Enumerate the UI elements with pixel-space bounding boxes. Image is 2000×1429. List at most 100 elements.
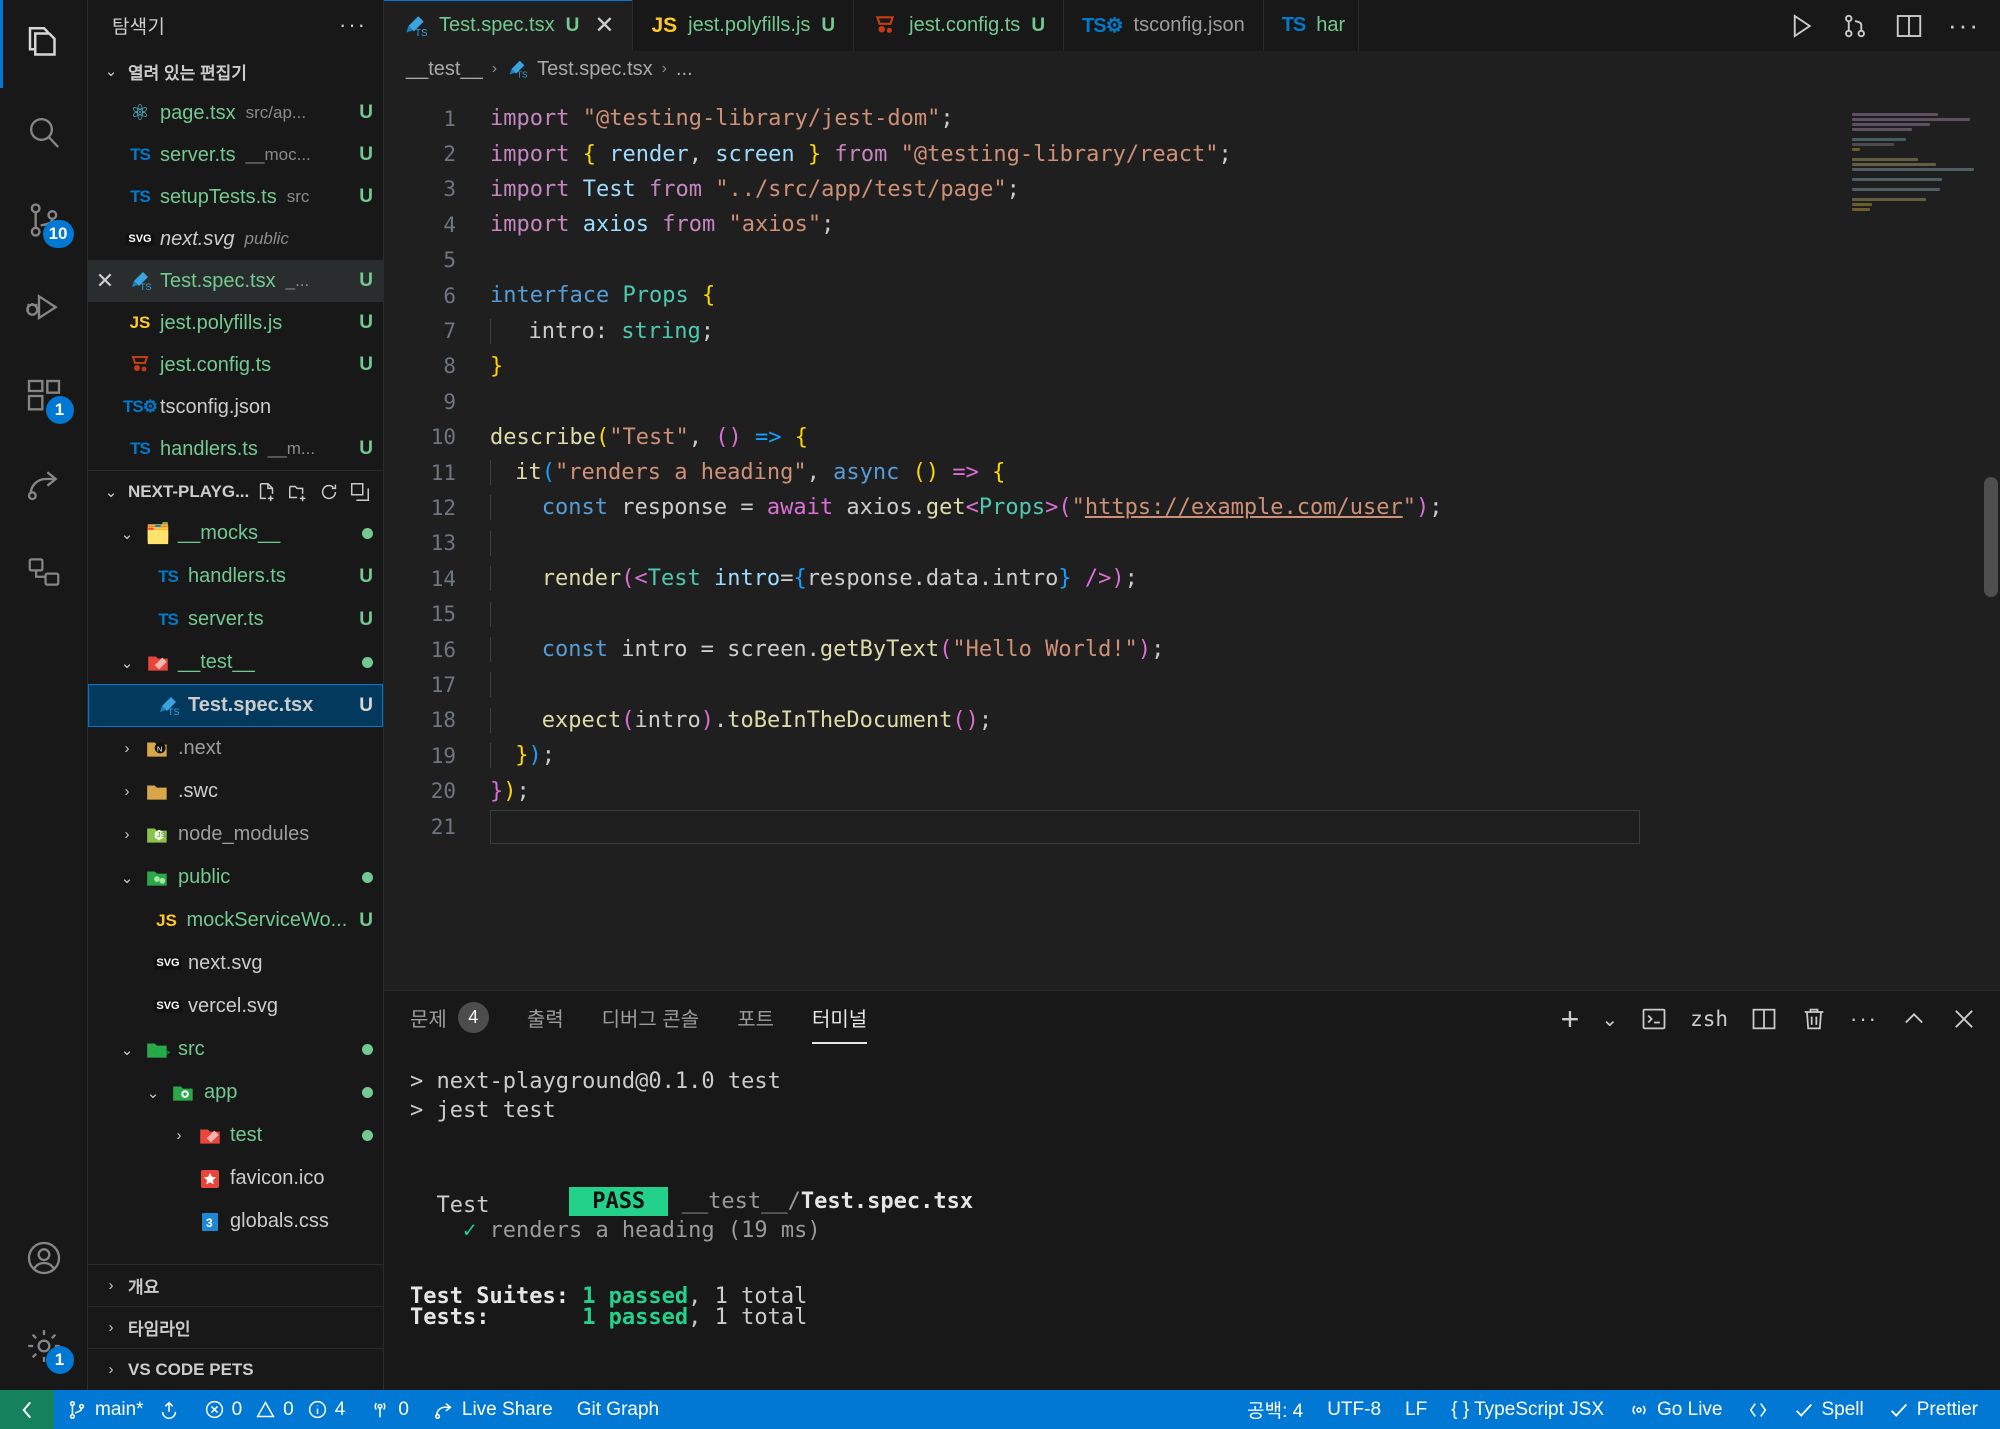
new-file-icon[interactable] (256, 481, 278, 503)
open-editor-item[interactable]: TS setupTests.ts src U (88, 176, 383, 218)
git-branch-icon (66, 1399, 88, 1421)
status-git-graph[interactable]: Git Graph (565, 1390, 671, 1429)
breadcrumb-folder[interactable]: __test__ (406, 58, 483, 81)
trash-icon[interactable] (1800, 1005, 1828, 1033)
open-editor-item[interactable]: TS handlers.ts __m... U (88, 428, 383, 470)
status-remote-kind[interactable] (1735, 1390, 1781, 1429)
panel-tab-debug-console[interactable]: 디버그 콘솔 (602, 1003, 700, 1036)
tree-row-globals-css[interactable]: 3 globals.css (88, 1200, 383, 1243)
status-encoding[interactable]: UTF-8 (1315, 1390, 1393, 1429)
status-indentation[interactable]: 공백: 4 (1235, 1390, 1315, 1429)
tree-row-app[interactable]: ⌄ app (88, 1071, 383, 1114)
activitybar-accounts[interactable] (0, 1214, 88, 1302)
open-editor-item[interactable]: JS jest.polyfills.js U (88, 302, 383, 344)
activitybar-search[interactable] (0, 88, 88, 176)
activitybar-settings[interactable]: 1 (0, 1302, 88, 1390)
open-editor-item[interactable]: jest.config.ts U (88, 344, 383, 386)
panel-tab-problems[interactable]: 문제 4 (410, 1001, 489, 1037)
sidebar-section-vscode-pets[interactable]: › VS CODE PETS (88, 1348, 383, 1390)
activitybar-run-and-debug[interactable] (0, 264, 88, 352)
status-prettier[interactable]: Prettier (1876, 1390, 2000, 1429)
activitybar-extensions[interactable]: 1 (0, 352, 88, 440)
new-terminal-button[interactable]: + (1561, 1001, 1580, 1038)
tree-row-test-spec-tsx[interactable]: TS Test.spec.tsx U (88, 684, 383, 727)
open-editor-item[interactable]: SVG next.svg public (88, 218, 383, 260)
split-source-control-icon[interactable] (1840, 11, 1870, 41)
unsaved-badge: U (359, 102, 373, 123)
split-terminal-icon[interactable] (1750, 1005, 1778, 1033)
status-sync[interactable] (156, 1390, 192, 1429)
status-remote-indicator[interactable] (0, 1390, 54, 1429)
close-panel-icon[interactable] (1950, 1005, 1978, 1033)
close-icon[interactable]: ✕ (88, 268, 122, 294)
panel-tab-terminal[interactable]: 터미널 (812, 1003, 868, 1044)
collapse-all-icon[interactable] (349, 481, 371, 503)
tab-test-spec-tsx[interactable]: TS Test.spec.tsx U ✕ (384, 0, 634, 51)
minimap[interactable] (1852, 113, 1982, 223)
tree-row-node-modules[interactable]: › JS node_modules (88, 813, 383, 856)
code-editor[interactable]: 1 import "@testing-library/jest-dom"; 2 im… (384, 87, 2000, 990)
activitybar-remote-explorer[interactable] (0, 528, 88, 616)
tree-row-handlers-ts[interactable]: TS handlers.ts U (88, 555, 383, 598)
project-root-header[interactable]: ⌄ NEXT-PLAYG... (88, 470, 383, 512)
tab-tsconfig-json[interactable]: TS⚙ tsconfig.json (1064, 0, 1264, 51)
tab-jest-polyfills-js[interactable]: JS jest.polyfills.js U (633, 0, 855, 51)
editor-vertical-scrollbar[interactable] (1984, 477, 1998, 597)
tree-row-src[interactable]: ⌄ </> src (88, 1028, 383, 1071)
status-problems[interactable]: 0 0 4 (192, 1390, 358, 1429)
tree-row-public[interactable]: ⌄ public (88, 856, 383, 899)
split-editor-icon[interactable] (1894, 11, 1924, 41)
tree-row-server-ts[interactable]: TS server.ts U (88, 598, 383, 641)
folder-test-icon (192, 1123, 228, 1149)
refresh-icon[interactable] (318, 481, 340, 503)
open-editor-item[interactable]: TS⚙ tsconfig.json (88, 386, 383, 428)
breadcrumb-file[interactable]: Test.spec.tsx (537, 58, 653, 81)
tab-jest-config-ts[interactable]: jest.config.ts U (854, 0, 1065, 51)
open-editors-header[interactable]: ⌄ 열려 있는 편집기 (88, 50, 383, 92)
sidebar-title: 탐색기 (112, 16, 166, 38)
activitybar-source-control[interactable]: 10 (0, 176, 88, 264)
tree-row-test[interactable]: › test (88, 1114, 383, 1157)
activitybar-explorer[interactable] (0, 0, 88, 88)
tree-row-favicon[interactable]: favicon.ico (88, 1157, 383, 1200)
more-actions-icon[interactable]: ··· (1948, 10, 1980, 41)
panel-tab-output[interactable]: 출력 (527, 1003, 564, 1036)
chevron-down-icon[interactable]: ⌄ (1601, 1007, 1618, 1032)
panel-more-actions-icon[interactable]: ··· (1850, 1006, 1878, 1032)
tree-row-vercel-svg[interactable]: SVG vercel.svg (88, 985, 383, 1028)
svg-text:TS: TS (517, 70, 528, 79)
open-editor-item[interactable]: ⚛ page.tsx src/ap... U (88, 92, 383, 134)
tree-row-mocks[interactable]: ⌄ 🗂️ __mocks__ (88, 512, 383, 555)
tab-handlers-ts[interactable]: TS har (1263, 0, 1359, 51)
chevron-down-icon: ⌄ (146, 1084, 160, 1102)
tree-row-test-folder[interactable]: ⌄ __test__ (88, 641, 383, 684)
svg-text:JS: JS (157, 830, 166, 839)
tree-row-next-svg[interactable]: SVG next.svg (88, 942, 383, 985)
status-eol[interactable]: LF (1393, 1390, 1439, 1429)
tree-row-dot-swc[interactable]: › .swc (88, 770, 383, 813)
terminal-shell-name[interactable]: zsh (1690, 1007, 1728, 1031)
open-editor-item-active[interactable]: ✕ TS Test.spec.tsx _... U (88, 260, 383, 302)
tab-close-icon[interactable]: ✕ (594, 11, 614, 40)
open-editor-item[interactable]: TS server.ts __moc... U (88, 134, 383, 176)
status-language-mode[interactable]: { } TypeScript JSX (1439, 1390, 1616, 1429)
status-go-live[interactable]: Go Live (1616, 1390, 1734, 1429)
status-radio-tower[interactable]: 0 (357, 1390, 421, 1429)
panel-tab-ports[interactable]: 포트 (737, 1003, 774, 1036)
account-icon (24, 1238, 64, 1278)
status-branch[interactable]: main* (54, 1390, 156, 1429)
status-spell[interactable]: Spell (1781, 1390, 1876, 1429)
sidebar-section-timeline[interactable]: › 타임라인 (88, 1306, 383, 1348)
new-folder-icon[interactable] (287, 481, 309, 503)
sidebar-section-outline[interactable]: › 개요 (88, 1264, 383, 1306)
tree-row-dot-next[interactable]: › N .next (88, 727, 383, 770)
chevron-down-icon: ⌄ (120, 869, 134, 887)
sidebar-more-actions-icon[interactable]: ··· (339, 12, 367, 38)
activitybar-live-share[interactable] (0, 440, 88, 528)
run-icon[interactable] (1786, 11, 1816, 41)
tree-row-mock-service-worker[interactable]: JS mockServiceWo... U (88, 899, 383, 942)
status-live-share[interactable]: Live Share (421, 1390, 565, 1429)
breadcrumb-symbol[interactable]: ... (676, 58, 693, 81)
chevron-up-icon[interactable] (1900, 1005, 1928, 1033)
terminal-output[interactable]: > next-playground@0.1.0 test > jest test… (384, 1047, 2000, 1390)
